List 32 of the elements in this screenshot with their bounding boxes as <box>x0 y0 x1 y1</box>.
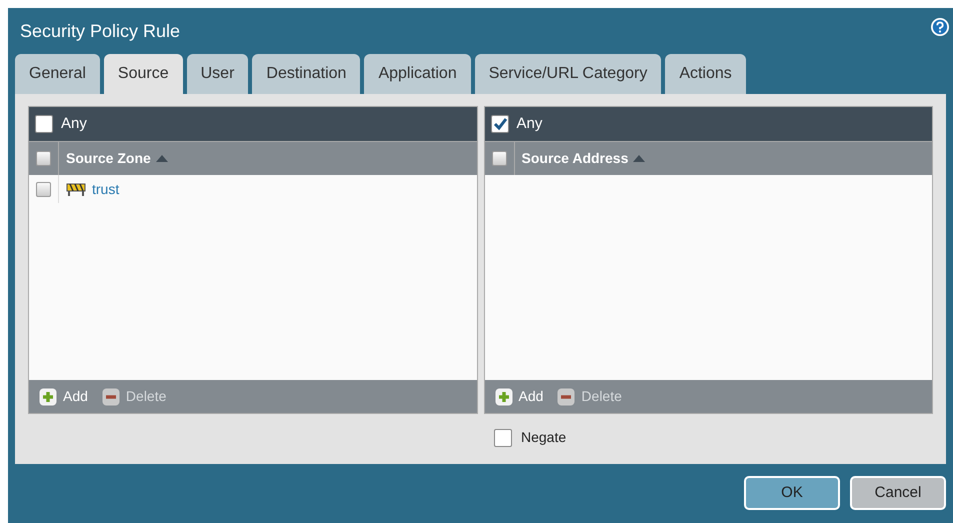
tab[interactable]: General <box>15 54 100 94</box>
column-title[interactable]: Source Address <box>522 148 628 169</box>
negate-label: Negate <box>521 428 566 447</box>
plus-icon <box>39 388 57 406</box>
row-checkbox[interactable] <box>36 182 51 196</box>
tab[interactable]: Actions <box>665 54 746 94</box>
tab[interactable]: Destination <box>252 54 360 94</box>
any-checkbox[interactable] <box>35 115 53 133</box>
select-all-checkbox[interactable] <box>492 151 506 166</box>
zone-link[interactable]: trust <box>92 178 120 200</box>
minus-icon <box>102 388 120 406</box>
any-checkbox[interactable] <box>490 115 508 133</box>
window-title: Security Policy Rule <box>20 20 182 43</box>
add-button[interactable]: Add <box>494 386 544 407</box>
tab[interactable]: User <box>186 54 248 94</box>
sort-up-icon <box>633 155 646 162</box>
cancel-button[interactable]: Cancel <box>850 476 946 510</box>
column-title[interactable]: Source Zone <box>66 148 151 169</box>
help-icon[interactable] <box>931 18 949 36</box>
tab[interactable]: Source <box>104 54 183 94</box>
select-all-checkbox[interactable] <box>36 151 51 166</box>
any-label: Any <box>61 114 87 134</box>
tab[interactable]: Service/URL Category <box>474 54 662 94</box>
tab[interactable]: Application <box>364 54 471 94</box>
sort-up-icon <box>156 155 168 162</box>
minus-icon <box>557 388 576 406</box>
any-label: Any <box>516 114 542 134</box>
ok-button[interactable]: OK <box>744 476 840 510</box>
add-button[interactable]: Add <box>39 386 88 407</box>
barrier-icon <box>66 182 86 196</box>
negate-checkbox[interactable] <box>494 428 512 446</box>
plus-icon <box>494 388 512 406</box>
